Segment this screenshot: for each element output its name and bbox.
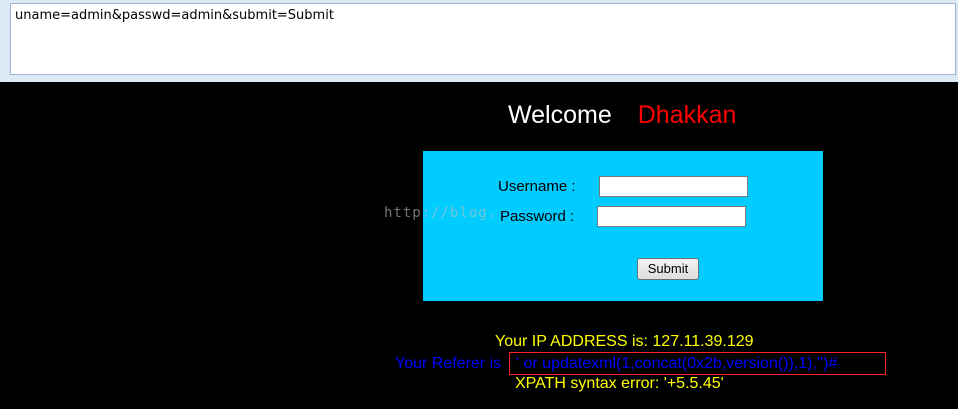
referer-label: Your Referer is [395,355,502,372]
xpath-error-line: XPATH syntax error: '+5.5.45' [515,375,724,392]
watermark-text: http://blog. [384,205,498,221]
submit-button[interactable]: Submit [637,258,699,280]
welcome-heading: Welcome Dhakkan [508,101,736,130]
ip-address-line: Your IP ADDRESS is: 127.11.39.129 [495,333,754,350]
username-input[interactable] [599,176,748,197]
password-input[interactable] [597,206,746,227]
post-data-field[interactable]: uname=admin&passwd=admin&submit=Submit [10,3,956,75]
referer-value-highlight: ' or updatexml(1,concat(0x2b,version()),… [509,352,886,375]
password-label: Password : [500,208,575,225]
post-data-bar: uname=admin&passwd=admin&submit=Submit [0,0,958,82]
login-form: Username : Password : Submit [423,151,823,301]
welcome-text: Welcome [508,101,612,129]
username-label: Username : [498,178,576,195]
welcome-name: Dhakkan [637,101,737,129]
